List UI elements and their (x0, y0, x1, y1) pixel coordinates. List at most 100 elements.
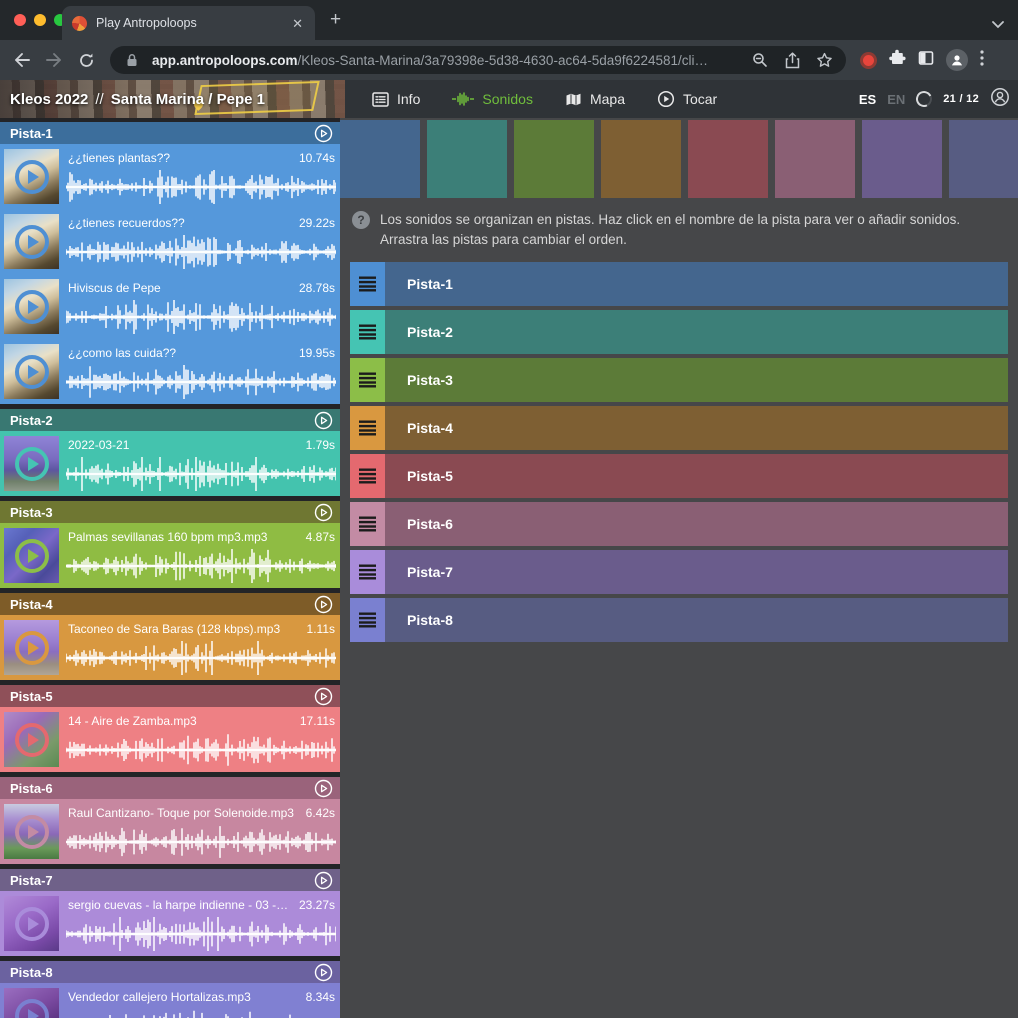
audio-clip[interactable]: Raul Cantizano- Toque por Solenoide.mp36… (0, 799, 340, 864)
tab-search-chevron-icon[interactable] (992, 16, 1004, 34)
track-name[interactable]: Pista-4 (10, 597, 314, 612)
audio-clip[interactable]: Palmas sevillanas 160 bpm mp3.mp34.87s (0, 523, 340, 588)
track-row[interactable]: Pista-4 (350, 406, 1008, 450)
clip-play-triangle-icon (28, 825, 39, 839)
audio-clip[interactable]: sergio cuevas - la harpe indienne - 03 -… (0, 891, 340, 956)
screen-record-extension-icon[interactable] (860, 52, 877, 69)
help-question-icon: ? (352, 211, 370, 229)
clip-thumbnail[interactable] (4, 214, 59, 269)
track-drag-handle[interactable] (350, 454, 385, 498)
side-panel-icon[interactable] (918, 50, 934, 71)
track-row[interactable]: Pista-2 (350, 310, 1008, 354)
close-tab-icon[interactable]: ✕ (290, 15, 305, 32)
track-header[interactable]: Pista-6 (0, 777, 340, 799)
nav-tocar[interactable]: Tocar (644, 80, 730, 118)
track-drag-handle[interactable] (350, 550, 385, 594)
track-drag-handle[interactable] (350, 358, 385, 402)
language-en[interactable]: EN (887, 92, 905, 107)
track-name[interactable]: Pista-3 (10, 505, 314, 520)
audio-clip[interactable]: Vendedor callejero Hortalizas.mp38.34s (0, 983, 340, 1018)
audio-clip[interactable]: 2022-03-211.79s (0, 431, 340, 496)
track-header[interactable]: Pista-5 (0, 685, 340, 707)
clip-duration: 17.11s (300, 714, 335, 728)
clip-thumbnail[interactable] (4, 988, 59, 1018)
track-play-icon[interactable] (314, 871, 333, 890)
track-play-icon[interactable] (314, 687, 333, 706)
track-header[interactable]: Pista-1 (0, 122, 340, 144)
browser-toolbar: app.antropoloops.com/Kleos-Santa-Marina/… (0, 40, 1018, 80)
account-icon[interactable] (990, 87, 1010, 112)
track-play-icon[interactable] (314, 963, 333, 982)
track-name[interactable]: Pista-5 (10, 689, 314, 704)
nav-mapa[interactable]: Mapa (552, 80, 638, 118)
clip-thumbnail[interactable] (4, 804, 59, 859)
track-color-swatch (688, 120, 768, 198)
track-play-icon[interactable] (314, 411, 333, 430)
track-drag-handle[interactable] (350, 406, 385, 450)
url-path: /Kleos-Santa-Marina/3a79398e-5d38-4630-a… (298, 53, 709, 68)
new-tab-button[interactable]: + (330, 12, 341, 28)
browser-menu-kebab-icon[interactable] (980, 50, 984, 71)
browser-profile-avatar[interactable] (946, 49, 968, 71)
back-button[interactable] (8, 46, 36, 74)
zoom-page-icon[interactable] (748, 52, 772, 68)
track-header[interactable]: Pista-2 (0, 409, 340, 431)
lock-icon[interactable] (120, 53, 144, 67)
track-name[interactable]: Pista-8 (10, 965, 314, 980)
clip-thumbnail[interactable] (4, 712, 59, 767)
track-play-icon[interactable] (314, 779, 333, 798)
clip-thumbnail[interactable] (4, 436, 59, 491)
track-header[interactable]: Pista-4 (0, 593, 340, 615)
clip-thumbnail[interactable] (4, 896, 59, 951)
close-window-button[interactable] (14, 14, 26, 26)
track-row[interactable]: Pista-7 (350, 550, 1008, 594)
clip-play-triangle-icon (28, 300, 39, 314)
track-row[interactable]: Pista-1 (350, 262, 1008, 306)
track-drag-handle[interactable] (350, 310, 385, 354)
track-play-icon[interactable] (314, 595, 333, 614)
share-icon[interactable] (780, 52, 804, 69)
nav-info[interactable]: Info (359, 80, 433, 118)
browser-tab[interactable]: Play Antropoloops ✕ (62, 6, 315, 40)
track-drag-handle[interactable] (350, 598, 385, 642)
url-text[interactable]: app.antropoloops.com/Kleos-Santa-Marina/… (152, 53, 740, 68)
track-name[interactable]: Pista-1 (10, 126, 314, 141)
window-controls[interactable] (14, 14, 66, 26)
track-row[interactable]: Pista-6 (350, 502, 1008, 546)
language-es[interactable]: ES (859, 92, 876, 107)
extensions-puzzle-icon[interactable] (889, 49, 906, 71)
forward-button[interactable] (40, 46, 68, 74)
track-play-icon[interactable] (314, 503, 333, 522)
track-row[interactable]: Pista-5 (350, 454, 1008, 498)
clip-thumbnail[interactable] (4, 149, 59, 204)
track-header[interactable]: Pista-8 (0, 961, 340, 983)
track-play-icon[interactable] (314, 124, 333, 143)
track-drag-handle[interactable] (350, 502, 385, 546)
audio-clip[interactable]: ¿¿tienes plantas??10.74s (0, 144, 340, 209)
track-drag-handle[interactable] (350, 262, 385, 306)
track-header[interactable]: Pista-3 (0, 501, 340, 523)
track-name[interactable]: Pista-6 (10, 781, 314, 796)
app-nav: Info Sonidos Mapa Tocar (359, 80, 730, 118)
clip-thumbnail[interactable] (4, 528, 59, 583)
audio-clip[interactable]: Taconeo de Sara Baras (128 kbps).mp31.11… (0, 615, 340, 680)
track-header[interactable]: Pista-7 (0, 869, 340, 891)
track-row[interactable]: Pista-3 (350, 358, 1008, 402)
audio-clip[interactable]: ¿¿como las cuida??19.95s (0, 339, 340, 404)
clip-title: Taconeo de Sara Baras (128 kbps).mp3 (68, 622, 299, 636)
audio-clip[interactable]: Hiviscus de Pepe28.78s (0, 274, 340, 339)
reload-button[interactable] (72, 46, 100, 74)
minimize-window-button[interactable] (34, 14, 46, 26)
clip-thumbnail[interactable] (4, 279, 59, 334)
track-row[interactable]: Pista-8 (350, 598, 1008, 642)
track-name[interactable]: Pista-2 (10, 413, 314, 428)
url-bar[interactable]: app.antropoloops.com/Kleos-Santa-Marina/… (110, 46, 846, 74)
nav-sonidos[interactable]: Sonidos (439, 80, 546, 118)
clip-thumbnail[interactable] (4, 620, 59, 675)
bookmark-star-icon[interactable] (812, 52, 836, 68)
clip-duration: 6.42s (306, 806, 335, 820)
audio-clip[interactable]: 14 - Aire de Zamba.mp317.11s (0, 707, 340, 772)
clip-thumbnail[interactable] (4, 344, 59, 399)
audio-clip[interactable]: ¿¿tienes recuerdos??29.22s (0, 209, 340, 274)
track-name[interactable]: Pista-7 (10, 873, 314, 888)
